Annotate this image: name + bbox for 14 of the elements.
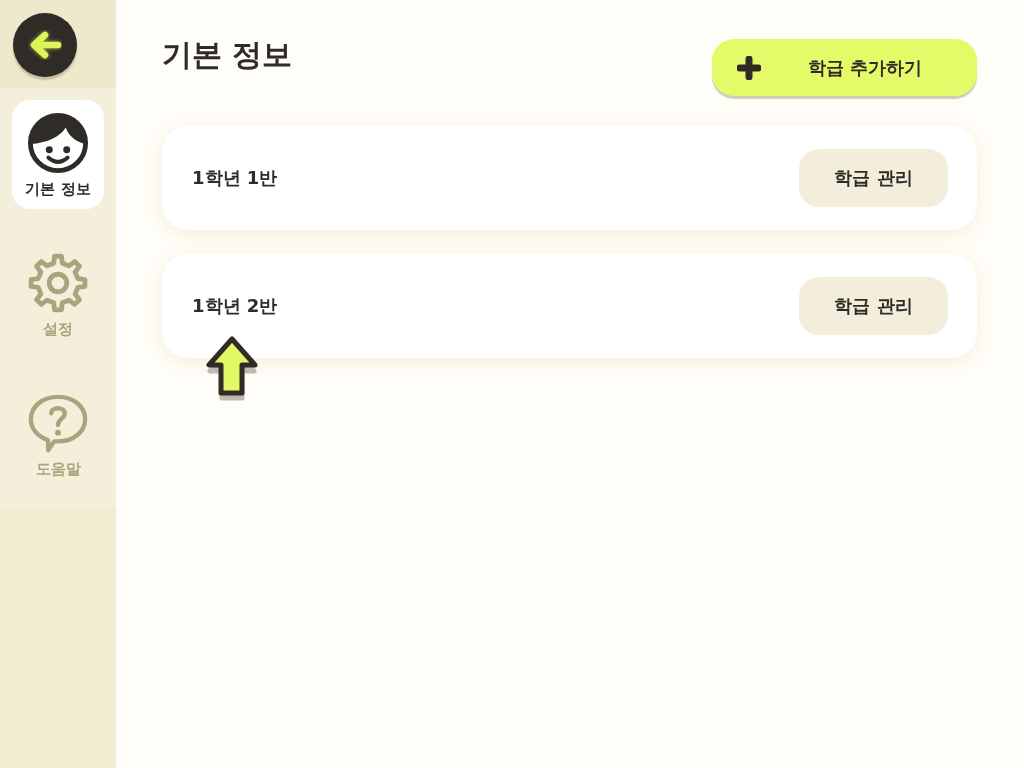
class-name: 1학년 2반 <box>192 294 278 318</box>
plus-icon <box>737 55 761 80</box>
class-name: 1학년 1반 <box>192 166 278 190</box>
manage-class-button[interactable]: 학급 관리 <box>799 277 948 335</box>
arrow-left-icon <box>28 30 62 60</box>
manage-class-button[interactable]: 학급 관리 <box>799 149 948 207</box>
arrow-up-icon <box>204 335 260 402</box>
add-class-button[interactable]: 학급 추가하기 <box>712 39 977 96</box>
settings-icon <box>27 252 89 314</box>
face-icon <box>27 112 89 174</box>
back-button[interactable] <box>13 13 77 77</box>
sidebar-tab[interactable]: 기본 정보 <box>12 100 104 209</box>
help-icon <box>27 392 89 454</box>
page-title: 기본 정보 <box>162 37 293 73</box>
